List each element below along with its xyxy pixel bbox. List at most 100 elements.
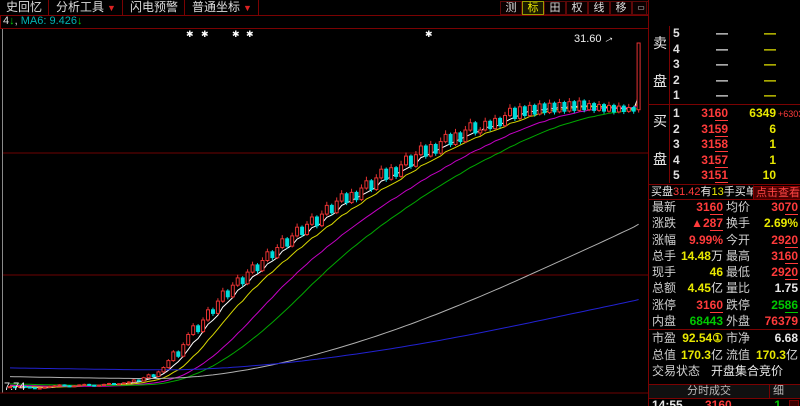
level: 3	[673, 57, 680, 72]
buy-volume: 1	[730, 137, 776, 152]
quote-label: 涨幅	[652, 232, 676, 248]
quote-value: 2.69%	[749, 215, 798, 231]
alert-star-icon: ✱	[186, 30, 194, 39]
buy-price[interactable]: 3160	[684, 106, 728, 121]
quote-label: 市净	[726, 330, 750, 346]
buy-row-5[interactable]: 5 3151 10	[670, 168, 800, 183]
level: 5	[673, 26, 680, 41]
quote-row: 总值 170.3亿 流值 170.3亿	[649, 347, 800, 363]
quote-label: 涨停	[652, 297, 676, 313]
quote-value: 9.99%	[679, 232, 723, 248]
quote-value: 3160	[749, 248, 798, 264]
level: 4	[673, 42, 680, 57]
menu-item-analysis-tools[interactable]: 分析工具▼	[50, 0, 123, 15]
bottom-tab-bar: 分时成交 细	[649, 384, 800, 399]
toolbar-line-button[interactable]: 线	[588, 1, 610, 15]
alert-star-icon: ✱	[425, 30, 433, 39]
buy-price[interactable]: 3157	[684, 153, 728, 168]
ma-indicator-strip: 4↓, MA6: 9.426↓	[0, 15, 649, 28]
quote-value: 1.75	[749, 280, 798, 296]
volume-change: +6303	[778, 107, 800, 122]
quote-row: 现手 46 最低 2920	[649, 264, 800, 280]
quote-label: 今开	[726, 232, 750, 248]
menu-item-normal-axis[interactable]: 普通坐标▼	[186, 0, 259, 15]
toolbar-measure-button[interactable]: 测	[500, 1, 522, 15]
buy-row-4[interactable]: 4 3157 1	[670, 153, 800, 168]
buy-row-2[interactable]: 2 3159 6	[670, 122, 800, 137]
trade-price: 3160	[705, 399, 732, 406]
alert-star-icon: ✱	[232, 30, 240, 39]
quote-detail-grid: 最新 3160 均价 3070 涨跌 ▲287 换手 2.69% 涨幅 9.99…	[649, 199, 800, 379]
quote-label: 最高	[726, 248, 750, 264]
buy-volume: 6349	[730, 106, 776, 121]
buy-label: 买	[653, 114, 667, 128]
quote-value: 3070	[749, 199, 798, 215]
level: 1	[673, 88, 680, 103]
quote-label: 总手	[652, 248, 676, 264]
ma6-value: MA6: 9.426	[21, 15, 77, 27]
toolbar-rights-button[interactable]: 权	[566, 1, 588, 15]
sell-row-2[interactable]: 2 — —	[670, 73, 800, 88]
sell-price[interactable]: —	[684, 42, 728, 57]
alert-star-icon: ✱	[201, 30, 209, 39]
book-divider	[649, 104, 800, 105]
dropdown-arrow-icon: ▼	[243, 3, 252, 13]
quote-row: 内盘 68443 外盘 76379	[649, 313, 800, 330]
quote-value: 170.3亿	[679, 347, 723, 363]
quote-row: 最新 3160 均价 3070	[649, 199, 800, 215]
trade-flag-icon	[789, 400, 799, 406]
sell-volume: —	[730, 73, 776, 88]
sell-price[interactable]: —	[684, 73, 728, 88]
chart-canvas[interactable]	[0, 29, 648, 406]
buy-row-3[interactable]: 3 3158 1	[670, 137, 800, 152]
sell-row-3[interactable]: 3 — —	[670, 57, 800, 72]
buy-price[interactable]: 3151	[684, 168, 728, 183]
quote-label: 最新	[652, 199, 676, 215]
menu-item-flash-alert[interactable]: 闪电预警	[124, 0, 185, 15]
candlestick-chart[interactable]: 31.60→ 7.74 ✱✱✱✱✱	[0, 28, 648, 406]
trading-status-row: 交易状态 开盘集合竞价	[649, 363, 800, 379]
quote-panel: 卖 盘 买 盘 5 — — 4 — — 3 — — 2 — —	[648, 0, 800, 406]
sell-row-1[interactable]: 1 — —	[670, 88, 800, 103]
down-arrow-icon: ↓	[77, 15, 83, 27]
level: 2	[673, 122, 680, 137]
sell-price[interactable]: —	[684, 26, 728, 41]
quote-value: 4.45亿	[679, 280, 723, 296]
quote-value: 2920	[749, 232, 798, 248]
toolbar-grid-button[interactable]: 田	[544, 1, 566, 15]
sell-price[interactable]: —	[684, 88, 728, 103]
tab-detail[interactable]: 细	[773, 385, 784, 398]
quote-row: 涨停 3160 跌停 2586	[649, 297, 800, 313]
quote-value: 170.3亿	[749, 347, 798, 363]
buy-price[interactable]: 3158	[684, 137, 728, 152]
notice-text: 买盘31.42有13手买单!	[651, 185, 760, 199]
trading-app-window: 史回忆 分析工具▼ 闪电预警 普通坐标▼ 测 标 田 权 线 移 ▭ ▶ 603…	[0, 0, 800, 406]
toolbar-mark-button[interactable]: 标	[522, 1, 544, 15]
quote-value: 6.68	[749, 330, 798, 346]
peak-price-label: 31.60→	[574, 31, 614, 45]
tab-tick-trades[interactable]: 分时成交	[649, 385, 770, 398]
quote-value: 92.54①	[679, 330, 723, 346]
menu-label: 分析工具	[56, 0, 104, 14]
last-trade-row: 14:55 3160 1	[649, 399, 800, 406]
quote-label: 涨跌	[652, 215, 676, 231]
toolbar-move-button[interactable]: 移	[610, 1, 632, 15]
level: 1	[673, 106, 680, 121]
sell-price[interactable]: —	[684, 57, 728, 72]
trade-volume: 1	[767, 399, 781, 406]
buy-volume: 10	[730, 168, 776, 183]
quote-label: 量比	[726, 280, 750, 296]
quote-label: 换手	[726, 215, 750, 231]
menu-label: 闪电预警	[130, 0, 178, 14]
buy-row-1[interactable]: 1 3160 6349 +6303	[670, 106, 800, 121]
click-to-view-button[interactable]: 点击查看	[753, 186, 800, 200]
buy-volume: 6	[730, 122, 776, 137]
buy-price[interactable]: 3159	[684, 122, 728, 137]
menu-item-history-recall[interactable]: 史回忆	[0, 0, 49, 15]
sell-volume: —	[730, 26, 776, 41]
sell-row-5[interactable]: 5 — —	[670, 26, 800, 41]
level: 5	[673, 168, 680, 183]
sell-row-4[interactable]: 4 — —	[670, 42, 800, 57]
quote-label: 总值	[652, 347, 676, 363]
quote-row: 市盈 92.54① 市净 6.68	[649, 330, 800, 346]
